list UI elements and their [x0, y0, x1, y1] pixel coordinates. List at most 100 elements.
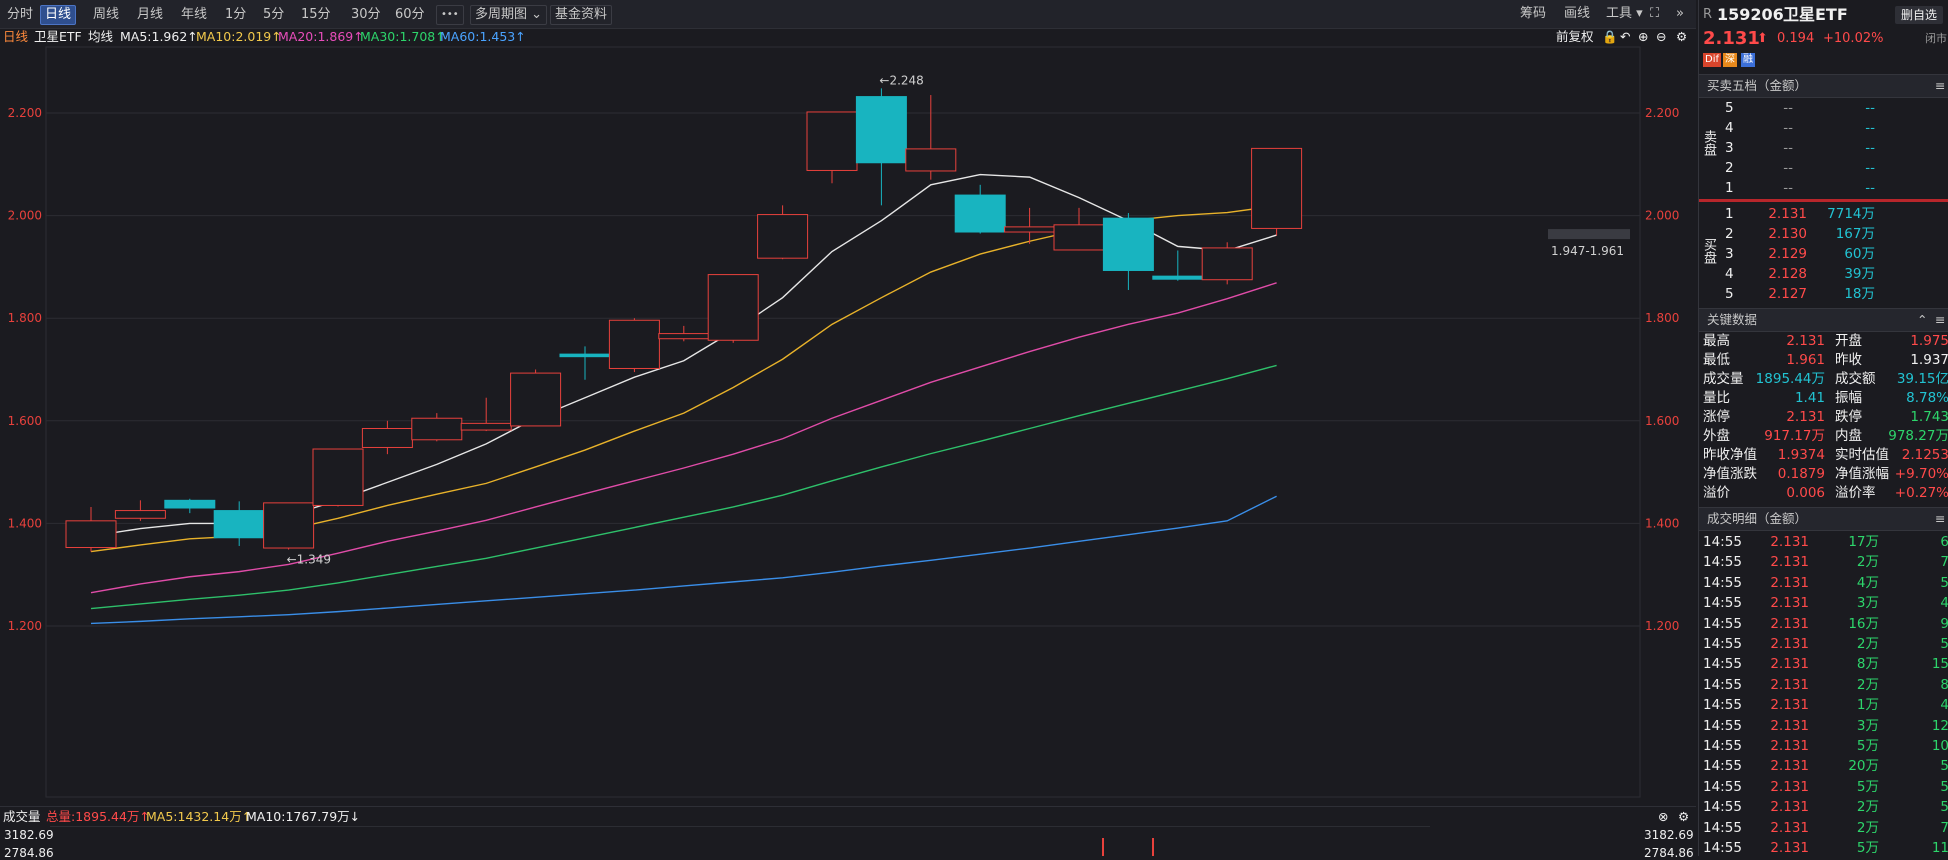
tools-dropdown[interactable]: 工具 ▾: [1606, 5, 1643, 23]
key-data-value: 0.1879: [1777, 466, 1825, 482]
ma-label[interactable]: 均线: [88, 28, 113, 46]
key-data-label: 最低: [1703, 352, 1730, 368]
trade-row[interactable]: 14:55 2.131 2万 5: [1699, 634, 1948, 654]
more-button[interactable]: •••: [436, 5, 464, 25]
trade-row[interactable]: 14:55 2.131 3万 12: [1699, 716, 1948, 736]
trade-row[interactable]: 14:55 2.131 20万 5: [1699, 756, 1948, 776]
fullscreen-icon[interactable]: ⛶: [1650, 5, 1659, 23]
undo-icon[interactable]: ↶: [1620, 28, 1630, 46]
zoom-in-icon[interactable]: ⊕: [1638, 28, 1648, 46]
collapse-icon[interactable]: »: [1676, 5, 1684, 23]
volume-settings-icon[interactable]: ⚙: [1678, 807, 1689, 827]
quote-sidebar: R 159206 卫星ETF 删自选 2.131 ⬆ 0.194 +10.02%…: [1698, 0, 1948, 856]
trade-row[interactable]: 14:55 2.131 2万 7: [1699, 818, 1948, 838]
key-data-header[interactable]: 关键数据 ⌃ ≡: [1699, 308, 1948, 332]
tab-daily[interactable]: 日线: [40, 5, 77, 25]
buy-level-row[interactable]: 2 2.130 167万: [1699, 224, 1948, 244]
key-data-row[interactable]: 最高 2.131 开盘 1.975: [1699, 332, 1948, 351]
key-data-row[interactable]: 外盘 917.17万 内盘 978.27万: [1699, 427, 1948, 446]
trade-row[interactable]: 14:55 2.131 17万 6: [1699, 532, 1948, 552]
trade-row[interactable]: 14:55 2.131 4万 5: [1699, 573, 1948, 593]
trade-row[interactable]: 14:55 2.131 3万 4: [1699, 593, 1948, 613]
trade-row[interactable]: 14:55 2.131 2万 5: [1699, 797, 1948, 817]
order-book-header[interactable]: 买卖五档（金额） ≡: [1699, 74, 1948, 98]
trade-row[interactable]: 14:55 2.131 2万 8: [1699, 675, 1948, 695]
candle-body-up: [114, 510, 166, 519]
key-data-row[interactable]: 溢价 0.006 溢价率 +0.27%: [1699, 484, 1948, 503]
key-data-row[interactable]: 成交量 1895.44万 成交额 39.15亿: [1699, 370, 1948, 389]
sell-level-row[interactable]: 4 -- --: [1699, 118, 1948, 138]
key-data-row[interactable]: 昨收净值 1.9374 实时估值 2.1253: [1699, 446, 1948, 465]
multi-period-dropdown[interactable]: 多周期图 ⌄: [470, 5, 548, 25]
tab-fenshi[interactable]: 分时: [2, 5, 38, 25]
volume-ma10: MA10:1767.79万↓: [246, 809, 361, 824]
candle-body-up: [1251, 147, 1303, 229]
period-label: 日线: [3, 29, 29, 44]
settings-icon[interactable]: ⚙: [1676, 28, 1687, 46]
buy-level-row[interactable]: 1 2.131 7714万: [1699, 204, 1948, 224]
tab-30min[interactable]: 30分: [346, 5, 386, 25]
trade-row[interactable]: 14:55 2.131 8万 15: [1699, 654, 1948, 674]
fund-info-button[interactable]: 基金资料: [550, 5, 613, 25]
key-data-value: 2.131: [1786, 333, 1825, 349]
key-data-label: 净值涨跌: [1703, 466, 1757, 482]
sell-level-row[interactable]: 3 -- --: [1699, 138, 1948, 158]
trade-row[interactable]: 14:55 2.131 16万 9: [1699, 614, 1948, 634]
volume-pane[interactable]: 3182.69 2784.86 3182.69 2784.86: [0, 826, 1696, 860]
menu-icon[interactable]: ≡: [1935, 75, 1945, 97]
fuquan-label[interactable]: 前复权: [1556, 28, 1594, 46]
book-price: --: [1783, 160, 1793, 176]
kline-chart[interactable]: 2.200 2.200 2.000 2.000 1.800 1.800 1.600 1.600…: [0, 46, 1696, 806]
trade-count: 7: [1940, 819, 1948, 836]
key-data-row[interactable]: 涨停 2.131 跌停 1.743: [1699, 408, 1948, 427]
key-data-row[interactable]: 净值涨跌 0.1879 净值涨幅 +9.70%: [1699, 465, 1948, 484]
key-data-value: 0.006: [1786, 485, 1825, 501]
sell-level-row[interactable]: 5 -- --: [1699, 98, 1948, 118]
sell-level-row[interactable]: 2 -- --: [1699, 158, 1948, 178]
kline-svg: 2.200 2.200 2.000 2.000 1.800 1.800 1.600 1.600…: [8, 46, 1679, 798]
tab-weekly[interactable]: 周线: [88, 5, 124, 25]
y-tick-label-left: 2.000: [8, 209, 42, 223]
tab-yearly[interactable]: 年线: [176, 5, 212, 25]
tab-60min[interactable]: 60分: [390, 5, 430, 25]
tab-1min[interactable]: 1分: [220, 5, 251, 25]
tab-monthly[interactable]: 月线: [132, 5, 168, 25]
volume-legend-bar: 成交量 总量:1895.44万↑ MA5:1432.14万↑ MA10:1767…: [0, 806, 1696, 827]
chips-button[interactable]: 筹码: [1520, 5, 1546, 23]
menu-icon[interactable]: ≡: [1935, 309, 1945, 331]
draw-line-button[interactable]: 画线: [1564, 5, 1590, 23]
candle-body-up: [757, 214, 809, 259]
y-tick-label-left: 1.400: [8, 516, 42, 530]
key-data-label: 外盘: [1703, 428, 1730, 444]
trade-row[interactable]: 14:55 2.131 1万 4: [1699, 695, 1948, 715]
buy-level-row[interactable]: 4 2.128 39万: [1699, 264, 1948, 284]
buy-level-row[interactable]: 5 2.127 18万: [1699, 284, 1948, 304]
trade-row[interactable]: 14:55 2.131 5万 5: [1699, 777, 1948, 797]
trade-row[interactable]: 14:55 2.131 5万 10: [1699, 736, 1948, 756]
trade-row[interactable]: 14:55 2.131 2万 7: [1699, 552, 1948, 572]
buy-level-row[interactable]: 3 2.129 60万: [1699, 244, 1948, 264]
candle-body-down: [954, 194, 1006, 233]
key-data-row[interactable]: 最低 1.961 昨收 1.937: [1699, 351, 1948, 370]
trade-row[interactable]: 14:55 2.131 5万 11: [1699, 838, 1948, 858]
remove-watchlist-button[interactable]: 删自选: [1895, 6, 1944, 24]
zoom-out-icon[interactable]: ⊖: [1656, 28, 1666, 46]
trade-price: 2.131: [1770, 738, 1809, 754]
volume-close-icon[interactable]: ⊗: [1658, 807, 1668, 827]
lock-icon[interactable]: 🔒: [1602, 28, 1618, 46]
key-data-row[interactable]: 量比 1.41 振幅 8.78%: [1699, 389, 1948, 408]
trade-count: 9: [1940, 615, 1948, 632]
key-data-value: 978.27万: [1888, 428, 1948, 444]
trade-count: 4: [1940, 697, 1948, 714]
collapse-up-icon[interactable]: ⌃: [1917, 309, 1927, 331]
tab-5min[interactable]: 5分: [258, 5, 289, 25]
candle-body-up: [608, 319, 660, 369]
candle-body-up: [510, 372, 562, 427]
candle-body-up: [312, 448, 364, 506]
menu-icon[interactable]: ≡: [1935, 508, 1945, 530]
tab-15min[interactable]: 15分: [296, 5, 336, 25]
sell-level-row[interactable]: 1 -- --: [1699, 178, 1948, 198]
key-data-value: 1.41: [1794, 390, 1825, 406]
trade-amount: 5万: [1856, 840, 1879, 856]
trades-header[interactable]: 成交明细（金额） ≡: [1699, 507, 1948, 531]
